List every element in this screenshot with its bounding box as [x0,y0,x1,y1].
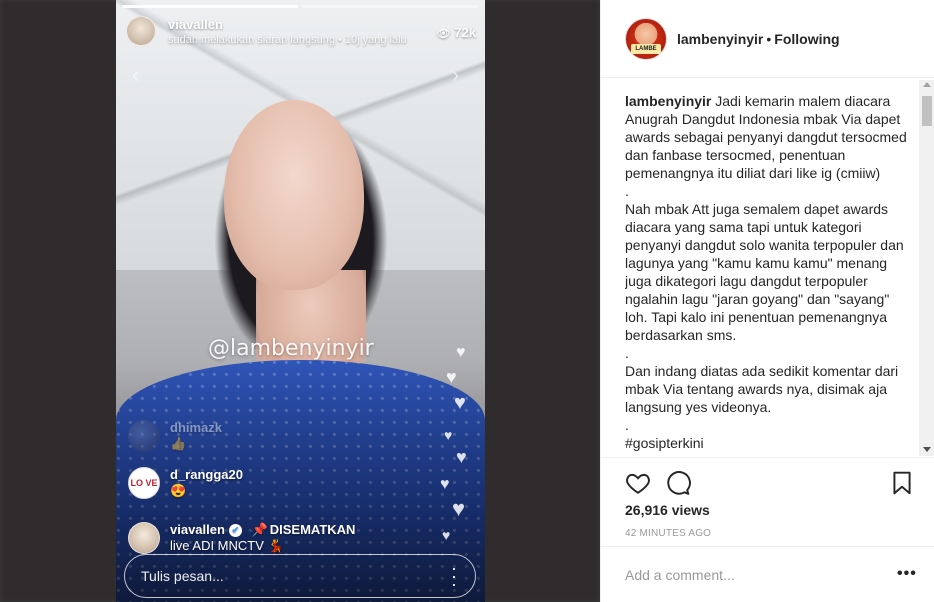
post-header: LAMBE lambenyinyir • Following [601,0,934,78]
profile-username[interactable]: lambenyinyir [677,31,763,47]
heart-icon: ♥ [444,427,453,443]
verified-badge-icon: ✔ [228,524,242,537]
eye-icon: 👁 [436,28,451,40]
watermark-text: @lambenyinyir [208,336,374,361]
floating-hearts: ♥ ♥ ♥ ♥ ♥ ♥ ♥ ♥ [438,330,488,560]
caption-scroll-area[interactable]: lambenyinyir Jadi kemarin malem diacara … [625,92,921,456]
live-header: viavallen sudah melakukan siaran langsun… [126,16,476,50]
comment-text: 👍 [170,436,187,451]
heart-icon: ♥ [456,447,467,467]
comment-bubble-icon[interactable] [665,470,691,496]
progress-segment [122,5,298,8]
commenter-name: d_rangga20 [170,467,243,482]
live-comment-input[interactable]: Tulis pesan... · · · [124,554,476,598]
post-user-row: lambenyinyir • Following [677,31,840,47]
live-username[interactable]: viavallen [168,17,223,32]
comment-text: 😍 [170,483,187,498]
more-options-icon[interactable]: · · · [451,559,457,593]
scroll-thumb[interactable] [922,96,932,126]
heart-icon: ♥ [452,496,466,521]
more-options-icon[interactable]: ••• [897,565,917,583]
add-comment-bar: Add a comment... ••• [601,546,934,602]
separator-dot: • [766,31,772,47]
heart-icon: ♥ [454,392,466,414]
chevron-right-icon[interactable]: › [452,62,459,88]
commenter-name: viavallen [170,522,225,537]
post-actions: 26,916 views 42 MINUTES AGO [601,457,934,557]
viewer-count: 👁 72k [436,25,476,40]
heart-icon: ♥ [442,527,451,543]
caption-text: Jadi kemarin malem diacara Anugrah Dangd… [625,93,907,451]
post-timestamp[interactable]: 42 MINUTES AGO [625,528,711,539]
view-count[interactable]: 26,916 views [625,502,710,518]
heart-icon: ♥ [456,344,466,361]
commenter-name: dhimazk [170,420,223,435]
video-face [224,100,364,290]
scroll-down-arrow-icon[interactable] [923,447,931,452]
post-panel: LAMBE lambenyinyir • Following lambenyinyi… [600,0,934,602]
post-caption: lambenyinyir Jadi kemarin malem diacara … [625,92,911,452]
viewer-count-value: 72k [454,25,476,40]
commenter-avatar [128,420,160,452]
scroll-up-arrow-icon[interactable] [923,82,931,87]
comment-text: live ADI MNCTV 💃 [170,538,284,553]
progress-segment [302,5,478,8]
commenter-avatar [128,522,160,554]
add-comment-input[interactable]: Add a comment... [625,567,735,583]
heart-icon: ♥ [446,367,457,387]
avatar-badge: LAMBE [631,44,661,54]
pinned-label: DISEMATKAN [269,522,356,537]
live-video-frame[interactable] [116,0,485,602]
pin-icon: 📌 [251,522,268,537]
live-subtitle: sudah melakukan siaran langsung • 10j ya… [168,34,407,46]
media-area: viavallen sudah melakukan siaran langsun… [0,0,600,602]
like-heart-icon[interactable] [625,470,651,496]
following-button[interactable]: Following [774,31,839,47]
comment-input-placeholder: Tulis pesan... [141,568,224,584]
story-progress-bars [122,5,478,8]
commenter-name-row: viavallen ✔ 📌 DISEMATKAN [170,522,355,538]
caption-username[interactable]: lambenyinyir [625,93,711,109]
live-user-avatar[interactable] [126,16,156,46]
heart-icon: ♥ [440,476,450,493]
caption-scrollbar[interactable] [919,80,934,456]
bookmark-icon[interactable] [889,470,915,496]
chevron-left-icon[interactable]: ‹ [132,62,139,88]
commenter-avatar: LO VE [128,467,160,499]
